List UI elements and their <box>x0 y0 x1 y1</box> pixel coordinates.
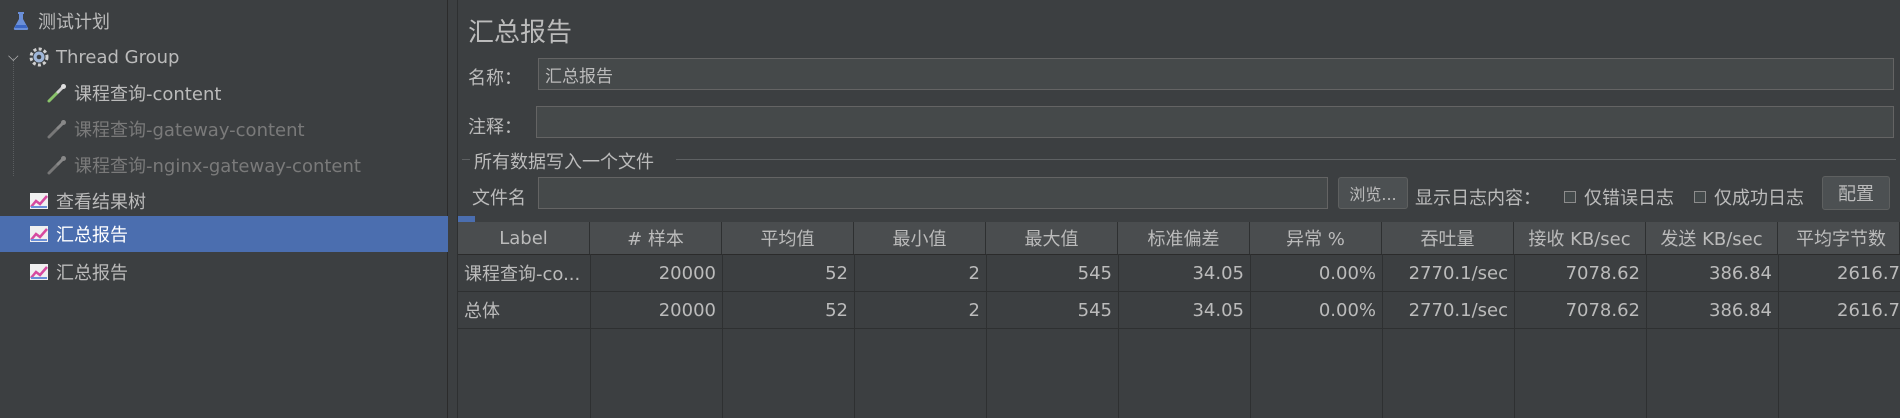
col-header-average[interactable]: 平均值 <box>722 222 854 254</box>
table-cell: 545 <box>1077 262 1112 284</box>
col-header-avg-bytes[interactable]: 平均字节数 <box>1778 222 1900 254</box>
tree-item-sampler-nginx-gateway-content[interactable]: 课程查询-nginx-gateway-content <box>0 147 493 183</box>
col-header-min[interactable]: 最小值 <box>854 222 986 254</box>
tree-item-summary-report-selected[interactable]: 汇总报告 <box>0 216 475 252</box>
filename-label: 文件名 <box>472 188 526 209</box>
checkbox-box[interactable] <box>1564 191 1576 203</box>
col-header-received-kb[interactable]: 接收 KB/sec <box>1514 222 1646 254</box>
tree-item-label: 汇总报告 <box>56 263 128 284</box>
col-header-std-dev[interactable]: 标准偏差 <box>1118 222 1250 254</box>
tree-item-label: 课程查询-content <box>74 84 222 105</box>
table-cell: 2616.7 <box>1837 299 1900 321</box>
col-header-throughput[interactable]: 吞吐量 <box>1382 222 1514 254</box>
table-row[interactable]: 总体 20000 52 2 545 34.05 0.00% 2770.1/sec… <box>458 292 1900 329</box>
http-sampler-pipette-icon <box>47 84 66 103</box>
test-plan-tree: 测试计划 ⌵ Thread Group 课程查询-content 课程查询-ga… <box>0 0 475 418</box>
table-cell: 20000 <box>658 262 716 284</box>
browse-button[interactable]: 浏览... <box>1338 177 1408 209</box>
table-cell: 34.05 <box>1192 262 1244 284</box>
col-header-sent-kb[interactable]: 发送 KB/sec <box>1646 222 1778 254</box>
summary-report-panel: 汇总报告 名称： 汇总报告 注释： 所有数据写入一个文件 文件名 浏览... 显… <box>458 0 1900 418</box>
table-cell: 545 <box>1077 299 1112 321</box>
table-cell: 2 <box>968 299 980 321</box>
table-cell: 2770.1/sec <box>1408 299 1508 321</box>
table-cell: 20000 <box>658 299 716 321</box>
table-cell: 0.00% <box>1318 299 1376 321</box>
success-only-label: 仅成功日志 <box>1714 188 1804 209</box>
table-cell: 总体 <box>464 301 500 322</box>
tree-item-view-results-tree[interactable]: 查看结果树 <box>0 183 475 219</box>
tree-item-label: 查看结果树 <box>56 192 146 213</box>
test-plan-flask-icon <box>13 12 29 30</box>
table-cell: 0.00% <box>1318 262 1376 284</box>
table-cell: 386.84 <box>1709 262 1772 284</box>
summary-table: Label # 样本 平均值 最小值 最大值 标准偏差 异常 % 吞吐量 接收 … <box>458 222 1900 418</box>
table-cell: 2770.1/sec <box>1408 262 1508 284</box>
listener-chart-icon <box>30 226 48 242</box>
filename-input[interactable] <box>538 177 1328 209</box>
table-cell: 2 <box>968 262 980 284</box>
page-title: 汇总报告 <box>468 18 573 48</box>
tree-item-summary-report[interactable]: 汇总报告 <box>0 254 475 290</box>
table-cell: 52 <box>825 262 848 284</box>
tree-item-thread-group[interactable]: ⌵ Thread Group <box>0 39 455 75</box>
table-cell: 2616.7 <box>1837 262 1900 284</box>
tree-item-sampler-content[interactable]: 课程查询-content <box>0 75 493 111</box>
table-header: Label # 样本 平均值 最小值 最大值 标准偏差 异常 % 吞吐量 接收 … <box>458 222 1900 255</box>
chevron-down-icon[interactable]: ⌵ <box>8 49 22 65</box>
errors-only-label: 仅错误日志 <box>1584 188 1674 209</box>
table-cell: 52 <box>825 299 848 321</box>
configure-button[interactable]: 配置 <box>1822 176 1890 210</box>
table-cell: 课程查询-co... <box>464 264 581 285</box>
tree-item-label: Thread Group <box>56 46 180 68</box>
success-only-checkbox[interactable]: 仅成功日志 <box>1694 184 1804 210</box>
http-sampler-pipette-icon <box>47 120 66 139</box>
col-header-label[interactable]: Label <box>458 222 590 254</box>
listener-chart-icon <box>30 264 48 280</box>
comment-label: 注释： <box>468 117 522 138</box>
table-cell: 7078.62 <box>1565 262 1640 284</box>
tree-item-label: 测试计划 <box>38 12 110 33</box>
listener-chart-icon <box>30 193 48 209</box>
http-sampler-pipette-icon <box>47 156 66 175</box>
col-header-max[interactable]: 最大值 <box>986 222 1118 254</box>
table-cell: 7078.62 <box>1565 299 1640 321</box>
tree-item-label: 汇总报告 <box>56 225 128 246</box>
table-cell: 34.05 <box>1192 299 1244 321</box>
col-header-error-pct[interactable]: 异常 % <box>1250 222 1382 254</box>
tree-item-sampler-gateway-content[interactable]: 课程查询-gateway-content <box>0 111 493 147</box>
tree-item-label: 课程查询-gateway-content <box>74 120 305 141</box>
tree-item-test-plan[interactable]: 测试计划 <box>0 3 457 39</box>
errors-only-checkbox[interactable]: 仅错误日志 <box>1564 184 1674 210</box>
name-label: 名称： <box>468 68 522 89</box>
file-section-label: 所有数据写入一个文件 <box>474 152 654 173</box>
tree-item-label: 课程查询-nginx-gateway-content <box>74 156 361 177</box>
gear-icon <box>29 47 49 67</box>
log-display-label: 显示日志内容： <box>1415 188 1541 209</box>
col-header-samples[interactable]: # 样本 <box>590 222 722 254</box>
name-input[interactable]: 汇总报告 <box>538 58 1894 90</box>
checkbox-box[interactable] <box>1694 191 1706 203</box>
table-cell: 386.84 <box>1709 299 1772 321</box>
section-border <box>676 159 1896 160</box>
section-border <box>462 159 470 160</box>
table-row[interactable]: 课程查询-co... 20000 52 2 545 34.05 0.00% 27… <box>458 255 1900 292</box>
panel-splitter[interactable] <box>448 0 458 418</box>
comment-input[interactable] <box>536 106 1894 138</box>
